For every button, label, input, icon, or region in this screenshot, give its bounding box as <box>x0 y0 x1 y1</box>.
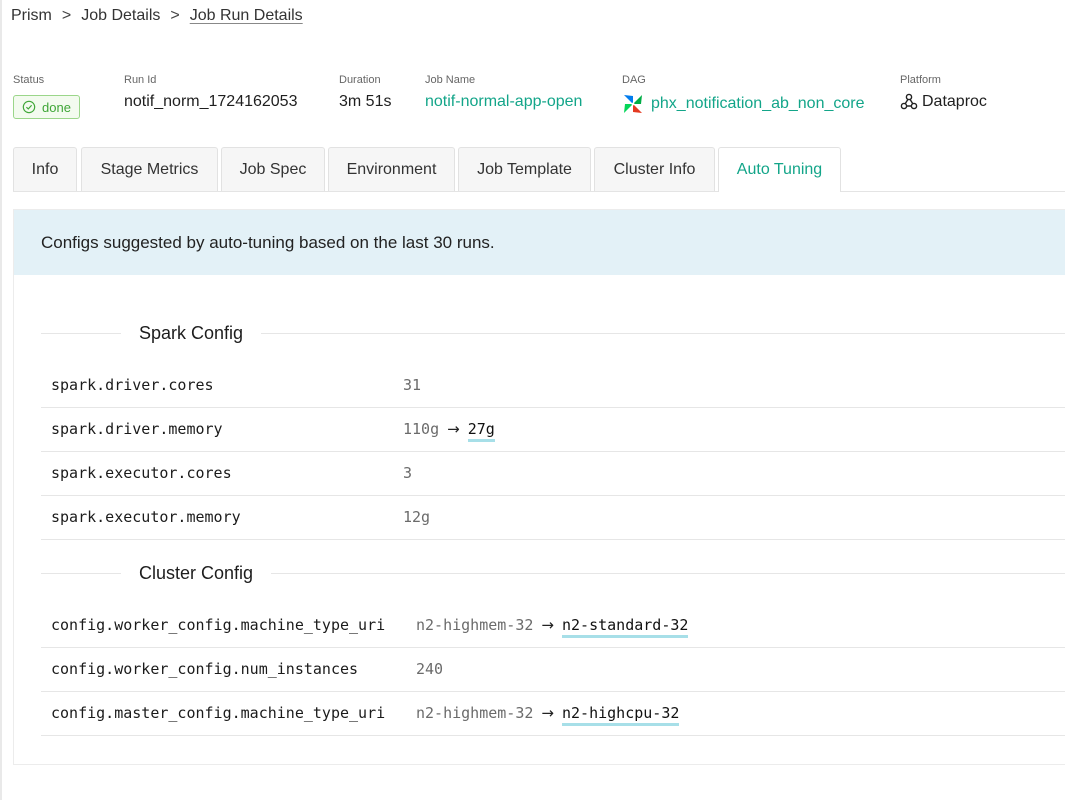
dag-link[interactable]: phx_notification_ab_non_core <box>651 95 865 113</box>
arrow-right-icon: → <box>447 420 460 438</box>
duration-field: Duration 3m 51s <box>339 74 391 111</box>
platform-value: Dataproc <box>922 93 987 110</box>
breadcrumb-job-run-details[interactable]: Job Run Details <box>190 7 303 25</box>
status-field: Status done <box>13 74 80 119</box>
breadcrumb-prism[interactable]: Prism <box>11 7 52 25</box>
breadcrumb-separator: > <box>61 7 72 24</box>
config-row: config.worker_config.machine_type_uri n2… <box>41 604 1065 648</box>
duration-value: 3m 51s <box>339 93 392 110</box>
suggested-value: n2-standard-32 <box>561 616 689 638</box>
suggested-value: 27g <box>467 420 495 442</box>
suggested-value: n2-highcpu-32 <box>561 704 680 726</box>
breadcrumb: Prism > Job Details > Job Run Details <box>11 7 303 25</box>
dag-label: DAG <box>622 74 646 86</box>
status-label: Status <box>13 74 45 86</box>
run-id-value: notif_norm_1724162053 <box>124 93 298 110</box>
job-name-field: Job Name notif-normal-app-open <box>425 74 582 111</box>
breadcrumb-job-details[interactable]: Job Details <box>81 7 160 25</box>
old-value: n2-highmem-32 <box>416 704 534 722</box>
config-value: 110g → 27g <box>403 420 495 442</box>
config-row: config.master_config.machine_type_uri n2… <box>41 692 1065 736</box>
old-value: 110g <box>403 420 440 438</box>
config-key: config.worker_config.machine_type_uri <box>51 616 386 634</box>
config-row: spark.driver.memory 110g → 27g <box>41 408 1065 452</box>
info-banner: Configs suggested by auto-tuning based o… <box>14 210 1065 275</box>
platform-label: Platform <box>900 74 941 86</box>
duration-label: Duration <box>339 74 381 86</box>
config-key: config.worker_config.num_instances <box>51 660 359 678</box>
divider <box>41 332 121 334</box>
run-id-label: Run Id <box>124 74 157 86</box>
tab-bar: Info Stage Metrics Job Spec Environment … <box>13 146 1065 192</box>
platform-field: Platform Dataproc <box>900 74 987 111</box>
tab-auto-tuning[interactable]: Auto Tuning <box>718 147 841 192</box>
tab-stage-metrics[interactable]: Stage Metrics <box>81 147 218 191</box>
config-key: spark.executor.memory <box>51 508 241 526</box>
tab-cluster-info[interactable]: Cluster Info <box>594 147 715 191</box>
check-circle-icon <box>22 100 36 114</box>
status-badge: done <box>13 95 80 119</box>
config-key: spark.driver.cores <box>51 376 214 394</box>
config-row: spark.executor.cores 3 <box>41 452 1065 496</box>
config-value: 31 <box>403 376 422 394</box>
config-key: spark.executor.cores <box>51 464 232 482</box>
config-value: 3 <box>403 464 413 482</box>
arrow-right-icon: → <box>541 616 554 634</box>
config-value: n2-highmem-32 → n2-highcpu-32 <box>416 704 680 726</box>
config-value: 240 <box>416 660 444 678</box>
config-row: spark.executor.memory 12g <box>41 496 1065 540</box>
config-value: 12g <box>403 508 431 526</box>
run-id-field: Run Id notif_norm_1724162053 <box>124 74 297 111</box>
divider <box>271 572 1065 574</box>
auto-tuning-panel: Configs suggested by auto-tuning based o… <box>13 209 1065 765</box>
spark-config-title: Spark Config <box>139 322 244 343</box>
job-name-label: Job Name <box>425 74 476 86</box>
airflow-pinwheel-icon <box>624 95 642 113</box>
config-key: spark.driver.memory <box>51 420 223 438</box>
spark-config-header: Spark Config <box>41 322 1065 344</box>
dag-field: DAG phx_notification_ab_non_core <box>622 74 865 115</box>
tab-environment[interactable]: Environment <box>328 147 455 191</box>
tab-bar-baseline <box>13 191 1065 192</box>
config-value: n2-highmem-32 → n2-standard-32 <box>416 616 689 638</box>
divider <box>261 332 1065 334</box>
job-name-link[interactable]: notif-normal-app-open <box>425 93 582 111</box>
run-meta: Status done Run Id notif_norm_1724162053… <box>0 74 1065 124</box>
cluster-config-header: Cluster Config <box>41 562 1065 584</box>
status-value: done <box>42 99 71 115</box>
cluster-config-title: Cluster Config <box>139 562 254 583</box>
breadcrumb-separator: > <box>170 7 180 24</box>
divider <box>41 572 121 574</box>
dataproc-icon <box>900 93 918 110</box>
config-row: config.worker_config.num_instances 240 <box>41 648 1065 692</box>
old-value: n2-highmem-32 <box>416 616 534 634</box>
config-key: config.master_config.machine_type_uri <box>51 704 386 722</box>
tab-info[interactable]: Info <box>13 147 77 191</box>
tab-job-spec[interactable]: Job Spec <box>221 147 325 191</box>
config-row: spark.driver.cores 31 <box>41 364 1065 408</box>
arrow-right-icon: → <box>541 704 554 722</box>
tab-job-template[interactable]: Job Template <box>458 147 591 191</box>
